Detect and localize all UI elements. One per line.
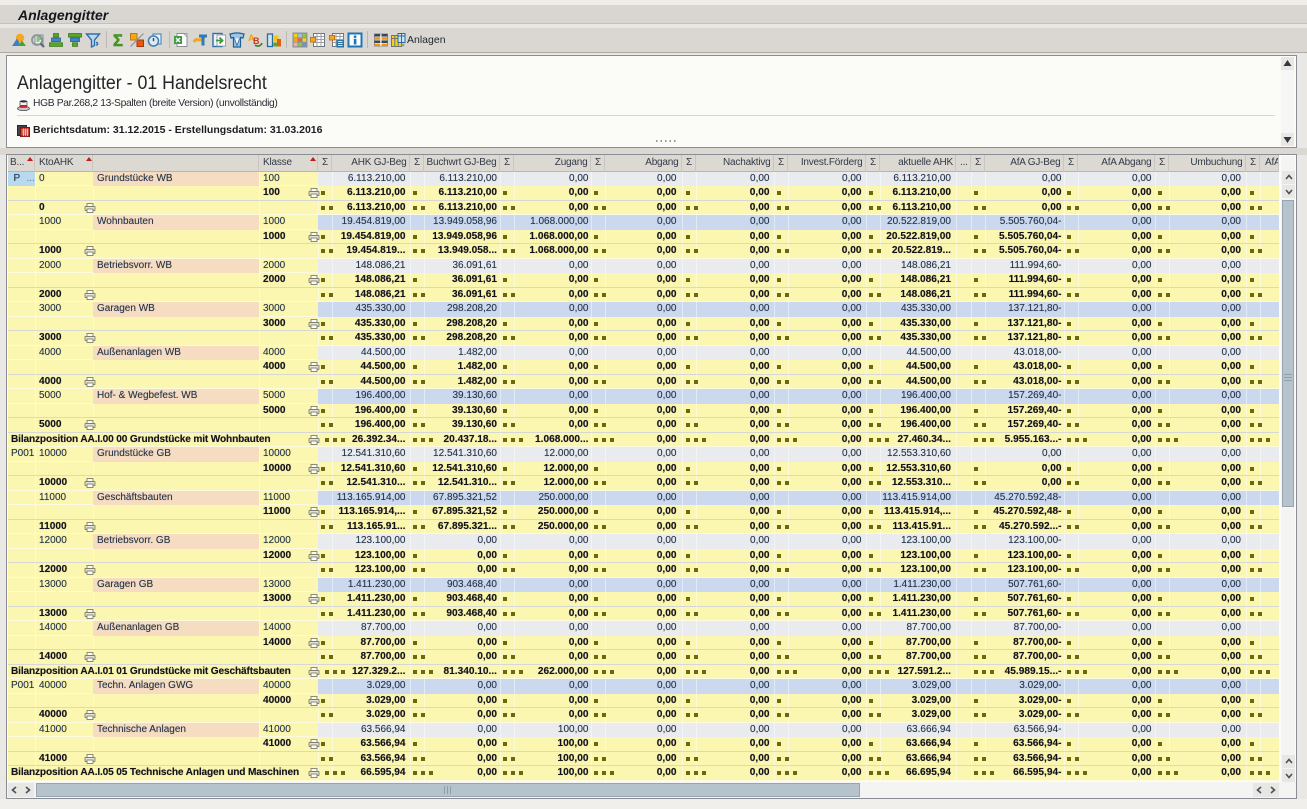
svg-text:Σ: Σ	[113, 32, 123, 48]
svg-text:B: B	[253, 36, 260, 46]
